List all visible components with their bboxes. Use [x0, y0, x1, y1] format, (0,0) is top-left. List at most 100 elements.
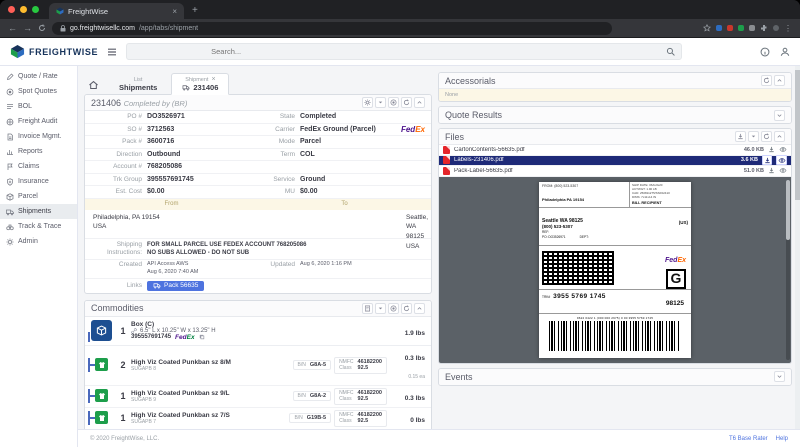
profile-avatar[interactable]	[773, 25, 779, 31]
sidebar-item-label: Insurance	[18, 178, 49, 185]
new-tab-button[interactable]: +	[192, 3, 198, 19]
calculator-icon[interactable]	[362, 302, 373, 314]
download-icon[interactable]	[768, 146, 775, 153]
field-row: PO # DO3526971	[85, 111, 258, 124]
commodity-row[interactable]: 1 High Viz Coated Punkban sz 7/S SUGAPB 7…	[85, 408, 431, 429]
sidebar-item-reports[interactable]: Reports	[0, 144, 77, 159]
sidebar-item-track-trace[interactable]: Track & Trace	[0, 219, 77, 234]
maximize-window-button[interactable]	[32, 6, 39, 13]
url-path: /app/tabs/shipment	[138, 24, 199, 32]
chevron-up-icon[interactable]	[414, 302, 425, 314]
sidebar-item-admin[interactable]: Admin	[0, 234, 77, 249]
tab-shipments-list[interactable]: List Shipments	[109, 75, 167, 94]
menu-hamburger-icon[interactable]	[107, 48, 117, 56]
download-icon[interactable]	[735, 131, 746, 142]
home-icon[interactable]	[88, 80, 99, 90]
sidebar-item-claims[interactable]: Claims	[0, 159, 77, 174]
label-bill-recipient: BILL RECIPIENT	[632, 201, 662, 205]
commodity-row[interactable]: 2 High Viz Coated Punkban sz 8/M SUGAPB 8…	[85, 346, 431, 386]
preview-eye-icon[interactable]	[779, 167, 787, 174]
tab-shipment-231406[interactable]: Shipment × 231406	[171, 73, 230, 95]
page-scrollbar[interactable]	[795, 66, 800, 429]
field-row: Trk Group 395557691745	[85, 174, 258, 186]
extension-icon[interactable]	[738, 25, 744, 31]
file-row-selected[interactable]: Labels-231406.pdf 3.6 KB	[439, 155, 791, 166]
sidebar-item-freight-audit[interactable]: Freight Audit	[0, 114, 77, 129]
preview-scrollbar[interactable]	[786, 179, 790, 360]
preview-eye-icon[interactable]	[776, 155, 787, 166]
forward-icon[interactable]: →	[23, 23, 32, 33]
info-icon[interactable]	[760, 47, 770, 57]
record-dot-icon[interactable]	[388, 97, 399, 108]
sidebar-item-insurance[interactable]: Insurance	[0, 174, 77, 189]
chevron-down-icon[interactable]	[774, 371, 785, 382]
copyright: © 2020 FreightWise, LLC.	[90, 435, 160, 442]
chevron-up-icon[interactable]	[774, 131, 785, 142]
caret-down-icon[interactable]	[375, 302, 386, 314]
box-icon	[6, 192, 14, 201]
refresh-icon[interactable]	[761, 75, 772, 86]
sidebar-item-shipments[interactable]: Shipments	[0, 204, 77, 219]
back-icon[interactable]: ←	[8, 23, 17, 33]
search-input[interactable]	[133, 47, 667, 56]
field-row: SO # 3712563	[85, 124, 258, 136]
file-size: 46.0 KB	[743, 146, 764, 153]
sidebar-item-label: Parcel	[18, 193, 38, 200]
sidebar-item-quote-rate[interactable]: Quote / Rate	[0, 69, 77, 84]
freightwise-logo[interactable]: FREIGHTWISE	[10, 44, 98, 59]
links-row: Links Pack 56635	[85, 277, 431, 293]
reload-icon[interactable]	[38, 24, 46, 32]
nmfc-class-cell: NMFC Class 46182200 92.5	[334, 409, 387, 427]
bookmark-star-icon[interactable]	[703, 24, 711, 32]
footer-link-help[interactable]: Help	[776, 436, 788, 442]
extension-icon[interactable]	[727, 25, 733, 31]
field-value: Completed	[300, 113, 337, 121]
refresh-icon[interactable]	[761, 131, 772, 142]
tab-close-icon[interactable]: ×	[172, 7, 177, 16]
copy-icon[interactable]	[199, 334, 205, 340]
label-zip: 98125	[665, 299, 684, 307]
bn-cell: B/N G8A-2	[292, 391, 332, 402]
handling-unit-tracking[interactable]: 395557691745	[131, 334, 171, 340]
extension-icon[interactable]	[716, 25, 722, 31]
links-label: Links	[126, 282, 142, 290]
settings-gear-icon[interactable]	[362, 97, 373, 108]
user-icon[interactable]	[780, 47, 790, 57]
sidebar-item-invoice-mgmt[interactable]: Invoice Mgmt.	[0, 129, 77, 144]
chevron-up-icon[interactable]	[414, 97, 425, 108]
extension-icon[interactable]	[749, 25, 755, 31]
download-icon[interactable]	[768, 167, 775, 174]
handling-unit-row[interactable]: 1 Box (C) 6.5" L x 10.25" W x 13.25" H 3…	[85, 317, 431, 346]
download-icon[interactable]	[762, 155, 772, 166]
sidebar-item-spot-quotes[interactable]: Spot Quotes	[0, 84, 77, 99]
pdf-preview-pane[interactable]: FROM: (800) 523-5307 Philadelphia PA 191…	[439, 176, 791, 363]
sidebar-item-parcel[interactable]: Parcel	[0, 189, 77, 204]
url-bar[interactable]: go.freightwisellc.com/app/tabs/shipment	[52, 21, 612, 35]
global-search[interactable]	[126, 43, 683, 60]
refresh-icon[interactable]	[401, 302, 412, 314]
fedex-logo: FedEx	[664, 256, 686, 264]
commodity-row[interactable]: 1 High Viz Coated Punkban sz 9/L SUGAPB 9…	[85, 386, 431, 408]
record-dot-icon[interactable]	[388, 302, 399, 314]
puzzle-extensions-icon[interactable]	[760, 24, 768, 32]
footer-link-base-rater[interactable]: T6 Base Rater	[729, 436, 768, 442]
tab-close-icon[interactable]: ×	[211, 76, 215, 83]
browser-tab[interactable]: FreightWise ×	[49, 3, 184, 19]
file-row[interactable]: CartonContents-56635.pdf 46.0 KB	[439, 145, 791, 156]
file-row[interactable]: Pack-Label-56635.pdf 51.0 KB	[439, 166, 791, 177]
field-row: MU $0.00	[258, 186, 431, 199]
preview-eye-icon[interactable]	[779, 146, 787, 153]
close-window-button[interactable]	[8, 6, 15, 13]
field-value: COL	[300, 150, 315, 158]
refresh-icon[interactable]	[401, 97, 412, 108]
sidebar-item-bol[interactable]: BOL	[0, 99, 77, 114]
caret-down-icon[interactable]	[748, 131, 759, 142]
caret-down-icon[interactable]	[375, 97, 386, 108]
linked-shipment-button[interactable]: Pack 56635	[147, 280, 205, 291]
chevron-up-icon[interactable]	[774, 75, 785, 86]
browser-menu-icon[interactable]: ⋮	[784, 24, 792, 33]
search-icon[interactable]	[666, 47, 675, 56]
chevron-down-icon[interactable]	[774, 109, 785, 121]
field-row: Account # 768205086	[85, 161, 258, 174]
minimize-window-button[interactable]	[20, 6, 27, 13]
